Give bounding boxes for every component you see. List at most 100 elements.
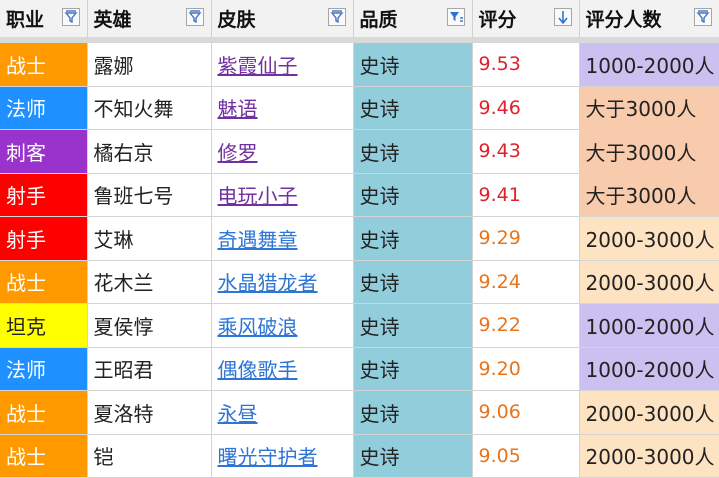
- raters-cell: 1000-2000人: [579, 347, 719, 391]
- job-cell: 战士: [0, 260, 88, 304]
- skin-text[interactable]: 奇遇舞章: [218, 228, 298, 252]
- quality-text: 史诗: [359, 401, 400, 426]
- filter-icon[interactable]: [61, 8, 80, 26]
- score-text: 9.43: [478, 140, 521, 163]
- hero-cell: 铠: [87, 434, 212, 478]
- skin-cell[interactable]: 曙光守护者: [211, 434, 354, 478]
- skin-cell[interactable]: 电玩小子: [211, 173, 354, 217]
- score-text: 9.20: [478, 357, 521, 380]
- skin-cell[interactable]: 魅语: [211, 86, 354, 130]
- job-cell: 法师: [0, 86, 88, 130]
- raters-text: 2000-3000人: [585, 227, 715, 252]
- score-cell: 9.29: [472, 216, 580, 261]
- skin-cell[interactable]: 乘风破浪: [211, 303, 354, 348]
- column-header-raters[interactable]: 评分人数: [579, 0, 719, 43]
- skin-text[interactable]: 紫霞仙子: [218, 54, 298, 78]
- score-cell: 9.20: [472, 347, 580, 391]
- skin-cell[interactable]: 修罗: [211, 129, 354, 174]
- hero-text: 露娜: [93, 53, 134, 78]
- job-text: 坦克: [6, 314, 46, 339]
- score-text: 9.22: [478, 314, 521, 337]
- job-text: 法师: [6, 97, 46, 122]
- skin-text[interactable]: 水晶猎龙者: [218, 271, 318, 295]
- skin-cell[interactable]: 紫霞仙子: [211, 40, 354, 87]
- table-row: 战士 夏洛特 永昼 史诗 9.06 2000-3000人: [0, 390, 719, 435]
- column-header-label: 职业: [6, 9, 45, 31]
- raters-text: 大于3000人: [585, 97, 697, 122]
- quality-cell: 史诗: [353, 303, 473, 348]
- raters-text: 1000-2000人: [585, 358, 715, 383]
- skin-text[interactable]: 魅语: [218, 97, 258, 121]
- job-text: 战士: [6, 445, 46, 470]
- quality-cell: 史诗: [353, 347, 473, 391]
- raters-text: 大于3000人: [585, 184, 697, 209]
- quality-cell: 史诗: [353, 129, 473, 174]
- skin-cell[interactable]: 永昼: [211, 390, 354, 435]
- column-header-score[interactable]: 评分: [472, 0, 580, 43]
- column-header-label: 品质: [359, 9, 398, 31]
- quality-text: 史诗: [359, 184, 400, 209]
- column-header-quality[interactable]: 品质: [353, 0, 473, 43]
- table-row: 刺客 橘右京 修罗 史诗 9.43 大于3000人: [0, 129, 719, 174]
- skin-cell[interactable]: 水晶猎龙者: [211, 260, 354, 304]
- column-header-skin[interactable]: 皮肤: [211, 0, 354, 43]
- table-body: 战士 露娜 紫霞仙子 史诗 9.53 1000-2000人 法师 不知火舞 魅语 史诗 9.46 大于…: [0, 40, 719, 478]
- skin-text[interactable]: 永昼: [218, 402, 258, 426]
- column-header-job[interactable]: 职业: [0, 0, 88, 43]
- job-text: 战士: [6, 53, 46, 78]
- hero-text: 艾琳: [93, 227, 134, 252]
- filter-icon[interactable]: [327, 8, 346, 26]
- skin-text[interactable]: 电玩小子: [218, 184, 298, 208]
- skin-text[interactable]: 偶像歌手: [218, 358, 298, 382]
- hero-text: 不知火舞: [93, 97, 174, 122]
- hero-cell: 橘右京: [87, 129, 212, 174]
- table-row: 战士 露娜 紫霞仙子 史诗 9.53 1000-2000人: [0, 40, 719, 87]
- raters-cell: 1000-2000人: [579, 303, 719, 348]
- table-row: 法师 不知火舞 魅语 史诗 9.46 大于3000人: [0, 86, 719, 130]
- quality-cell: 史诗: [353, 40, 473, 87]
- quality-text: 史诗: [359, 445, 400, 470]
- score-text: 9.53: [478, 53, 521, 76]
- skin-text[interactable]: 修罗: [218, 141, 258, 165]
- score-cell: 9.46: [472, 86, 580, 130]
- filter-icon[interactable]: [693, 8, 712, 26]
- skin-text[interactable]: 乘风破浪: [218, 315, 298, 339]
- table-row: 战士 花木兰 水晶猎龙者 史诗 9.24 2000-3000人: [0, 260, 719, 304]
- raters-text: 大于3000人: [585, 140, 697, 165]
- filter-active-icon[interactable]: [446, 8, 465, 26]
- job-text: 战士: [6, 271, 46, 296]
- quality-cell: 史诗: [353, 434, 473, 478]
- quality-text: 史诗: [359, 271, 400, 296]
- skin-cell[interactable]: 偶像歌手: [211, 347, 354, 391]
- column-header-label: 皮肤: [217, 9, 256, 31]
- job-cell: 战士: [0, 390, 88, 435]
- column-header-label: 评分人数: [585, 9, 662, 31]
- quality-cell: 史诗: [353, 86, 473, 130]
- raters-cell: 大于3000人: [579, 173, 719, 217]
- score-text: 9.29: [478, 227, 521, 250]
- score-text: 9.05: [478, 444, 521, 467]
- raters-cell: 2000-3000人: [579, 216, 719, 261]
- raters-text: 2000-3000人: [585, 401, 715, 426]
- hero-cell: 王昭君: [87, 347, 212, 391]
- filter-icon[interactable]: [185, 8, 204, 26]
- hero-text: 王昭君: [93, 358, 154, 383]
- hero-cell: 鲁班七号: [87, 173, 212, 217]
- job-cell: 射手: [0, 173, 88, 217]
- score-cell: 9.24: [472, 260, 580, 304]
- sort-descending-icon[interactable]: [553, 8, 572, 26]
- skin-cell[interactable]: 奇遇舞章: [211, 216, 354, 261]
- job-text: 射手: [6, 227, 46, 252]
- hero-cell: 夏侯惇: [87, 303, 212, 348]
- skin-text[interactable]: 曙光守护者: [218, 445, 318, 469]
- column-header-hero[interactable]: 英雄: [87, 0, 212, 43]
- hero-cell: 夏洛特: [87, 390, 212, 435]
- score-text: 9.41: [478, 183, 521, 206]
- job-cell: 射手: [0, 216, 88, 261]
- table-row: 射手 艾琳 奇遇舞章 史诗 9.29 2000-3000人: [0, 216, 719, 261]
- hero-cell: 露娜: [87, 40, 212, 87]
- table-row: 射手 鲁班七号 电玩小子 史诗 9.41 大于3000人: [0, 173, 719, 217]
- table-row: 坦克 夏侯惇 乘风破浪 史诗 9.22 1000-2000人: [0, 303, 719, 348]
- raters-cell: 2000-3000人: [579, 260, 719, 304]
- score-cell: 9.22: [472, 303, 580, 348]
